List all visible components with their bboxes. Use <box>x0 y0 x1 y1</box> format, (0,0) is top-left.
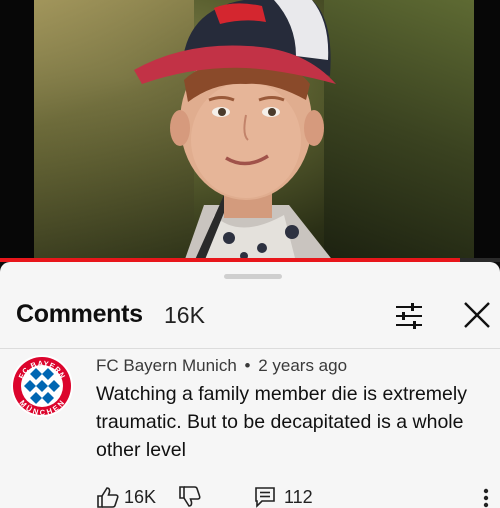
screen: Comments 16K FC BAYERN MÜNCHEN FC Bayern… <box>0 0 500 508</box>
close-icon[interactable] <box>462 300 492 330</box>
comment-actions: 16K 112 <box>96 486 496 508</box>
comment-time: 2 years ago <box>258 356 348 375</box>
drag-handle[interactable] <box>224 274 282 279</box>
comment-author[interactable]: FC Bayern Munich <box>96 356 237 375</box>
comments-header: Comments 16K <box>16 300 490 334</box>
thumbs-up-icon <box>97 487 119 508</box>
avatar[interactable]: FC BAYERN MÜNCHEN <box>10 354 74 418</box>
meta-separator: • <box>244 356 251 375</box>
like-count: 16K <box>124 486 157 507</box>
more-vertical-icon[interactable] <box>480 486 492 508</box>
reply-icon <box>255 487 275 508</box>
comments-title: Comments <box>16 300 143 328</box>
reply-count: 112 <box>284 486 313 507</box>
thumbs-down-icon <box>179 486 201 507</box>
video-thumbnail-photo <box>34 0 474 262</box>
dislike-button[interactable] <box>178 486 202 508</box>
comments-sheet: Comments 16K FC BAYERN MÜNCHEN FC Bayern… <box>0 262 500 508</box>
comments-count: 16K <box>164 302 205 328</box>
header-divider <box>0 348 500 349</box>
video-player[interactable] <box>0 0 500 262</box>
like-button[interactable]: 16K <box>96 486 156 508</box>
reply-button[interactable]: 112 <box>254 486 313 508</box>
boy-portrait <box>134 0 336 262</box>
filter-icon[interactable] <box>394 302 424 330</box>
comment-text: Watching a family member die is extremel… <box>96 383 467 461</box>
comment-meta: FC Bayern Munich • 2 years ago <box>96 356 347 376</box>
